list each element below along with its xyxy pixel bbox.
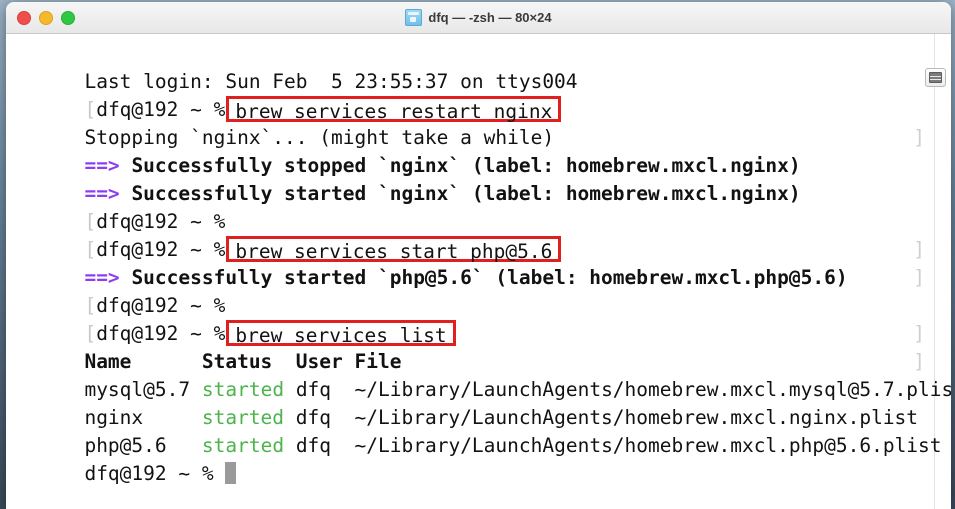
minimize-button[interactable] bbox=[39, 10, 53, 25]
table-row: nginx started dfq ~/Library/LaunchAgents… bbox=[6, 376, 951, 429]
terminal-content[interactable]: Last login: Sun Feb 5 23:55:37 on ttys00… bbox=[6, 34, 951, 509]
maximize-button[interactable] bbox=[61, 10, 75, 25]
window-title: dfq — -zsh — 80×24 bbox=[428, 10, 552, 25]
table-row: mysql@5.7 started dfq ~/Library/LaunchAg… bbox=[6, 348, 951, 401]
terminal-line-final-prompt[interactable]: dfq@192 ~ % bbox=[6, 432, 951, 485]
terminal-line-started-php: ==> Successfully started `php@5.6` (labe… bbox=[6, 236, 951, 289]
table-row: php@5.6 started dfq ~/Library/LaunchAgen… bbox=[6, 404, 951, 457]
window-controls bbox=[17, 2, 75, 33]
close-button[interactable] bbox=[17, 10, 31, 25]
window-title-wrap: dfq — -zsh — 80×24 bbox=[6, 9, 951, 26]
terminal-window: dfq — -zsh — 80×24 Last login: Sun Feb 5… bbox=[6, 2, 951, 509]
terminal-folder-icon bbox=[405, 9, 423, 26]
shell-prompt: dfq@192 ~ % bbox=[84, 462, 214, 485]
terminal-line-blank-prompt-2: [dfq@192 ~ % ] bbox=[6, 264, 951, 345]
terminal-line-stopping-nginx: Stopping `nginx`... (might take a while) bbox=[6, 96, 951, 149]
terminal-line-cmd-restart-nginx: [dfq@192 ~ % brew services restart nginx … bbox=[6, 68, 951, 149]
terminal-line-cmd-services-list: [dfq@192 ~ % brew services list ] bbox=[6, 292, 951, 373]
window-titlebar[interactable]: dfq — -zsh — 80×24 bbox=[6, 2, 951, 34]
text-cursor bbox=[225, 462, 237, 484]
terminal-line-blank-prompt-1: [dfq@192 ~ % ] bbox=[6, 180, 951, 261]
terminal-line-started-nginx: ==> Successfully started `nginx` (label:… bbox=[6, 152, 951, 205]
terminal-line-cmd-start-php: [dfq@192 ~ % brew services start php@5.6 … bbox=[6, 208, 951, 289]
terminal-line-stopped-nginx: ==> Successfully stopped `nginx` (label:… bbox=[6, 124, 951, 177]
terminal-line-last-login: Last login: Sun Feb 5 23:55:37 on ttys00… bbox=[6, 40, 951, 93]
services-table-header: Name Status User File bbox=[6, 320, 951, 373]
